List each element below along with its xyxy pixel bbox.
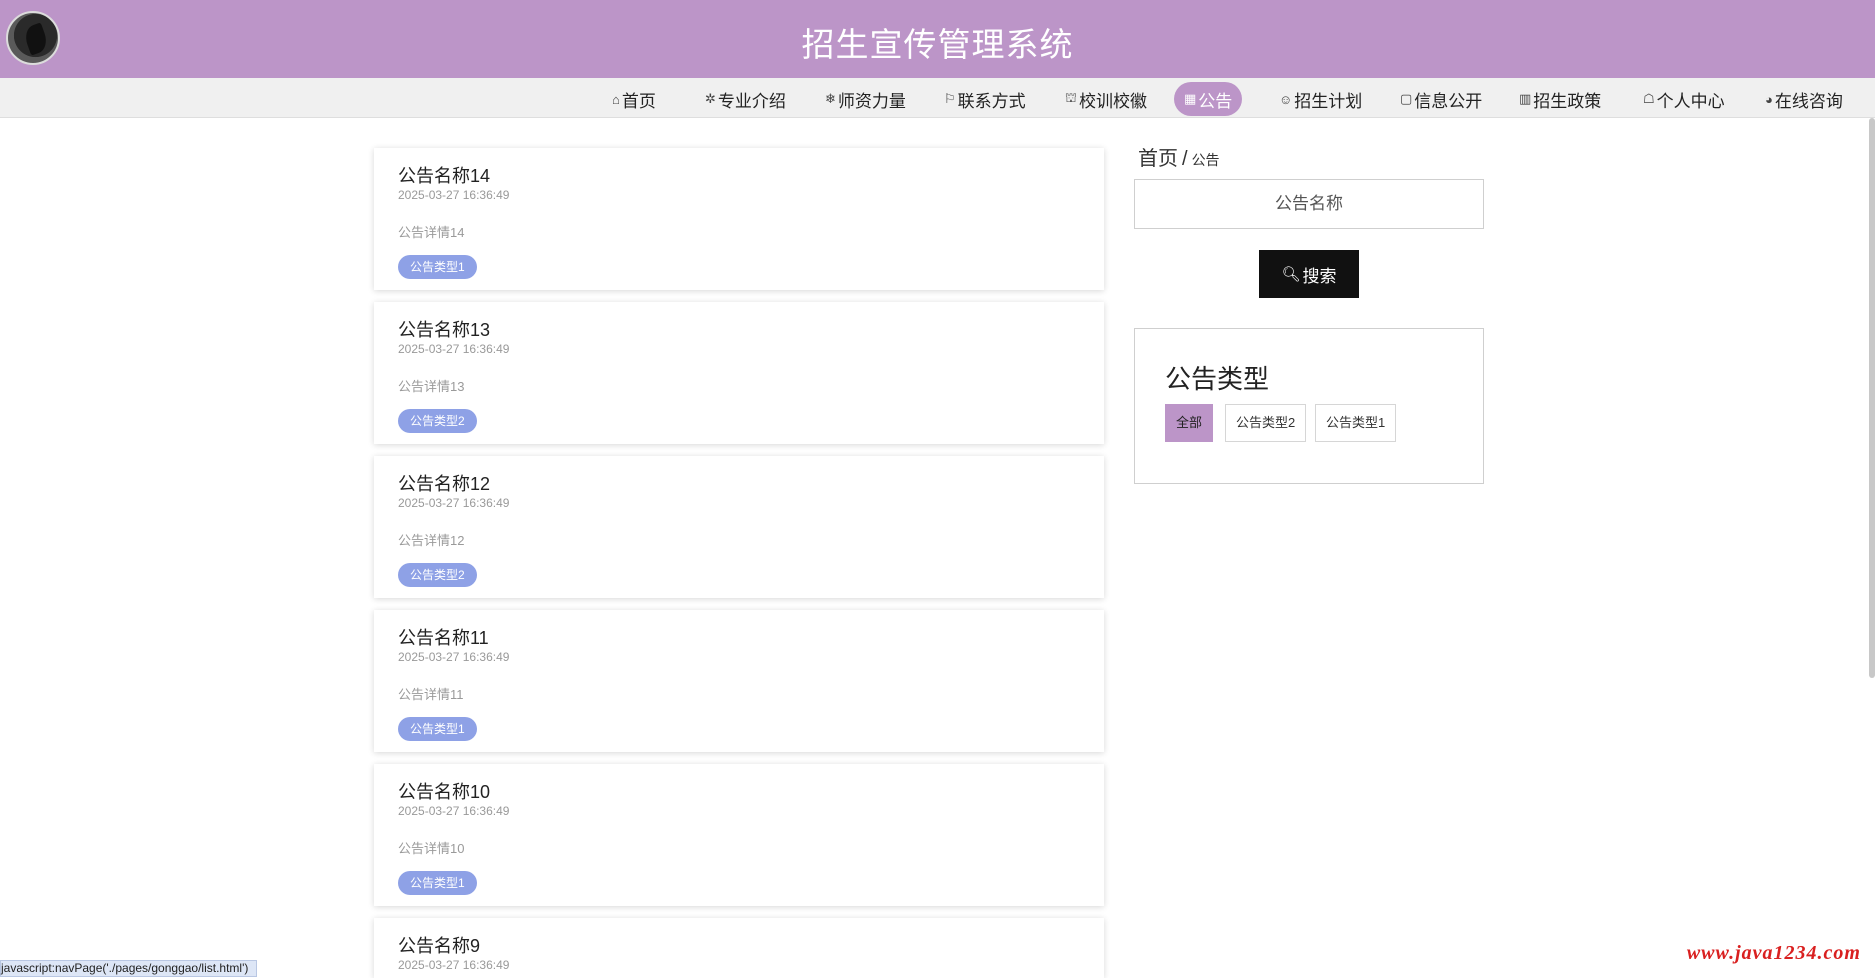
nav-item-label: 招生政策 (1533, 91, 1602, 111)
notice-time: 2025-03-27 16:36:49 (398, 958, 510, 972)
notice-detail: 公告详情13 (398, 379, 465, 394)
notice-time: 2025-03-27 16:36:49 (398, 342, 510, 356)
notice-title[interactable]: 公告名称11 (398, 624, 489, 650)
filter-option-all[interactable]: 全部 (1165, 404, 1214, 442)
notice-card[interactable]: 公告名称9 2025-03-27 16:36:49 (374, 918, 1104, 978)
notice-time: 2025-03-27 16:36:49 (398, 188, 510, 202)
notice-title[interactable]: 公告名称10 (398, 778, 490, 804)
notice-type-badge: 公告类型1 (398, 255, 477, 279)
nav-item-home[interactable]: ⌂ 首页 (612, 82, 656, 116)
notice-type-badge: 公告类型1 (398, 871, 477, 895)
nav-item-motto[interactable]: ⛫ 校训校徽 (1065, 82, 1147, 116)
book-icon: ▥ (1519, 91, 1532, 106)
notice-type-badge: 公告类型2 (398, 409, 477, 433)
nav-item-label: 信息公开 (1414, 91, 1483, 111)
filter-title: 公告类型 (1165, 364, 1270, 394)
nav-item-label: 在线咨询 (1774, 91, 1843, 111)
notice-time: 2025-03-27 16:36:49 (398, 650, 510, 664)
notice-card[interactable]: 公告名称10 2025-03-27 16:36:49 公告详情10 公告类型1 (374, 764, 1104, 906)
search-button-label: 搜索 (1302, 266, 1337, 286)
nav-item-contact[interactable]: ⚐ 联系方式 (944, 82, 1026, 116)
breadcrumb-home[interactable]: 首页 (1138, 148, 1178, 170)
filter-option-type2[interactable]: 公告类型2 (1225, 404, 1307, 442)
snowflake-icon: ❄ (825, 91, 836, 106)
notice-type-badge: 公告类型2 (398, 563, 477, 587)
page-scrollbar[interactable] (1869, 118, 1875, 678)
nav-item-label: 个人中心 (1656, 91, 1725, 111)
note-icon: ▢ (1400, 91, 1413, 106)
notice-card[interactable]: 公告名称14 2025-03-27 16:36:49 公告详情14 公告类型1 (374, 148, 1104, 290)
search-icon: 🔍︎ (1281, 266, 1301, 283)
nav-item-label: 校训校徽 (1078, 91, 1147, 111)
nav-item-label: 联系方式 (957, 91, 1026, 111)
notice-title[interactable]: 公告名称12 (398, 470, 490, 496)
breadcrumb-separator: / (1182, 148, 1188, 170)
nav-item-plan[interactable]: ☺ 招生计划 (1279, 82, 1362, 116)
star-outline-icon: ✲ (705, 91, 716, 106)
site-title: 招生宣传管理系统 (801, 26, 1074, 63)
site-header: 招生宣传管理系统 (0, 0, 1875, 78)
user-icon: ☖ (1643, 91, 1655, 106)
watermark: www.java1234.com (1686, 942, 1861, 964)
home-icon: ⌂ (612, 91, 620, 107)
notice-card[interactable]: 公告名称12 2025-03-27 16:36:49 公告详情12 公告类型2 (374, 456, 1104, 598)
notice-detail: 公告详情14 (398, 225, 465, 240)
notice-card[interactable]: 公告名称11 2025-03-27 16:36:49 公告详情11 公告类型1 (374, 610, 1104, 752)
nav-item-label: 师资力量 (837, 91, 906, 111)
gift-icon: ⛫ (1065, 90, 1077, 105)
notice-detail: 公告详情12 (398, 533, 465, 548)
nav-item-notice[interactable]: ▦ 公告 (1174, 82, 1243, 116)
search-button[interactable]: 🔍︎ 搜索 (1259, 250, 1359, 298)
notice-time: 2025-03-27 16:36:49 (398, 496, 510, 510)
nav-item-profile[interactable]: ☖ 个人中心 (1643, 82, 1725, 116)
breadcrumb-current: 公告 (1191, 152, 1220, 168)
notice-type-filter: 公告类型 全部 公告类型2 公告类型1 (1134, 328, 1484, 484)
nav-item-label: 公告 (1198, 91, 1233, 111)
nav-item-label: 首页 (621, 91, 656, 111)
face-icon: ☺ (1279, 91, 1293, 107)
breadcrumb: 首页 / 公告 (1138, 142, 1220, 171)
notice-card[interactable]: 公告名称13 2025-03-27 16:36:49 公告详情13 公告类型2 (374, 302, 1104, 444)
flag-icon: ⚐ (944, 91, 956, 106)
nav-item-label: 专业介绍 (717, 91, 786, 111)
grid-icon: ▦ (1184, 91, 1197, 106)
notice-detail: 公告详情10 (398, 841, 465, 856)
browser-status-bar: javascript:navPage('./pages/gonggao/list… (0, 960, 258, 977)
notice-title[interactable]: 公告名称9 (398, 932, 480, 958)
nav-item-policy[interactable]: ▥ 招生政策 (1519, 82, 1601, 116)
notice-type-badge: 公告类型1 (398, 717, 477, 741)
notice-time: 2025-03-27 16:36:49 (398, 804, 510, 818)
nav-item-majors[interactable]: ✲ 专业介绍 (705, 82, 786, 116)
chat-icon: ◕ (1765, 91, 1773, 107)
notice-title[interactable]: 公告名称14 (398, 162, 490, 188)
nav-item-label: 招生计划 (1294, 91, 1363, 111)
nav-item-consult[interactable]: ◕ 在线咨询 (1765, 82, 1843, 116)
search-input[interactable] (1134, 179, 1484, 229)
filter-option-type1[interactable]: 公告类型1 (1315, 404, 1397, 442)
nav-item-disclosure[interactable]: ▢ 信息公开 (1400, 82, 1482, 116)
main-nav: ⌂ 首页 ✲ 专业介绍 ❄ 师资力量 ⚐ 联系方式 ⛫ 校训校徽 ▦ 公告 ☺ … (0, 78, 1875, 118)
notice-detail: 公告详情11 (398, 687, 464, 702)
notice-title[interactable]: 公告名称13 (398, 316, 490, 342)
nav-item-faculty[interactable]: ❄ 师资力量 (825, 82, 906, 116)
